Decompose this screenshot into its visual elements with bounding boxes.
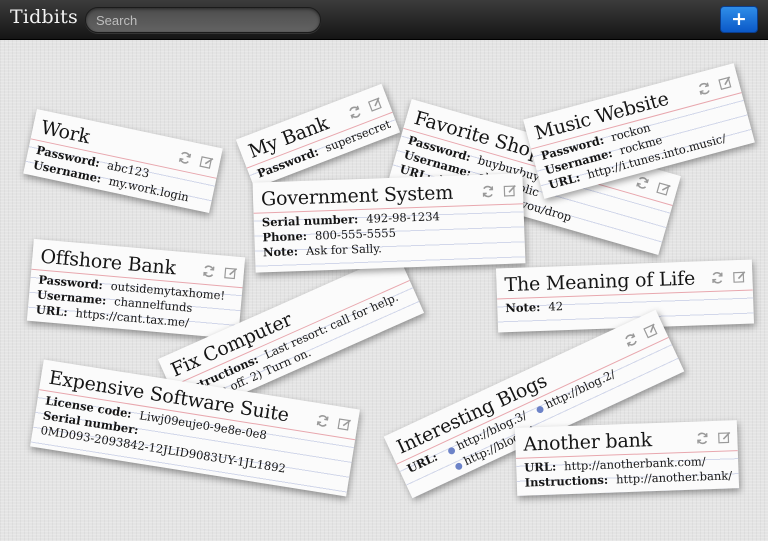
edit-icon[interactable] [503, 184, 517, 198]
bullet-icon: ● [453, 460, 465, 473]
edit-icon[interactable] [198, 154, 215, 171]
field-value[interactable]: 800-555-5555 [315, 226, 396, 243]
card-meaning-of-life[interactable]: The Meaning of Life Note: 42 [495, 259, 755, 333]
field-label: Note: [262, 244, 299, 260]
field-label: URL: [524, 459, 557, 475]
card-title: Work [38, 116, 92, 149]
bullet-icon: ● [446, 444, 458, 458]
refresh-icon[interactable] [710, 271, 724, 285]
refresh-icon[interactable] [315, 413, 331, 429]
field-label: URL: [35, 302, 69, 320]
field-label: Phone: [262, 228, 308, 245]
field-label: Note: [505, 299, 541, 316]
refresh-icon[interactable] [696, 80, 713, 97]
refresh-icon[interactable] [201, 264, 216, 279]
refresh-icon[interactable] [481, 184, 495, 198]
card-title: Another bank [523, 429, 653, 456]
field-value[interactable]: Ask for Sally. [306, 241, 382, 258]
refresh-icon[interactable] [695, 431, 709, 445]
refresh-icon[interactable] [622, 331, 641, 350]
edit-icon[interactable] [655, 180, 672, 197]
refresh-icon[interactable] [634, 174, 651, 191]
edit-icon[interactable] [717, 430, 731, 444]
field-label: Instructions: [524, 472, 609, 490]
card-title: Government System [260, 181, 454, 211]
field-value[interactable]: 42 [548, 299, 563, 314]
card-another-bank[interactable]: Another bank URL: http://anotherbank.com/… [514, 420, 740, 496]
refresh-icon[interactable] [177, 150, 194, 167]
top-bar: Tidbits + [0, 0, 768, 40]
edit-icon[interactable] [366, 95, 384, 113]
app-title: Tidbits [10, 6, 78, 28]
card-title: The Meaning of Life [504, 267, 696, 297]
field-value[interactable]: http://another.bank/ [616, 468, 732, 486]
card-my-bank[interactable]: My Bank Password:supersecret [235, 83, 401, 189]
edit-icon[interactable] [717, 74, 734, 91]
edit-icon[interactable] [642, 321, 661, 340]
add-tidbit-button[interactable]: + [720, 6, 758, 33]
bullet-icon: ● [534, 403, 546, 417]
card-work[interactable]: Work Password: abc123 Username:my.work.lo… [23, 108, 223, 214]
edit-icon[interactable] [336, 416, 352, 432]
card-offshore-bank[interactable]: Offshore Bank Password: outsidemytaxhome!… [26, 238, 246, 340]
search-input[interactable] [85, 7, 321, 33]
edit-icon[interactable] [732, 270, 746, 284]
card-government-system[interactable]: Government System Serial number: 492-98-1… [252, 173, 526, 273]
refresh-icon[interactable] [346, 103, 364, 121]
edit-icon[interactable] [223, 266, 238, 281]
field-value[interactable]: 492-98-1234 [366, 209, 440, 226]
